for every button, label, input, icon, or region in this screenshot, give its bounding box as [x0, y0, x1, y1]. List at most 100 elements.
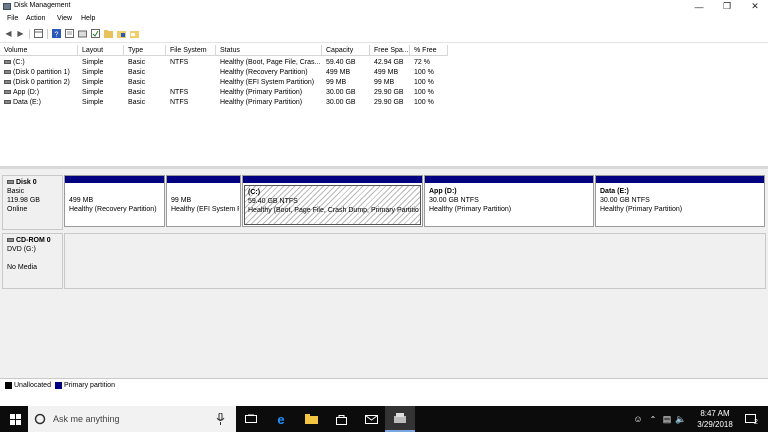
start-button[interactable] [0, 406, 30, 432]
free-space-cell: 99 MB [374, 79, 395, 86]
column-header-file-system[interactable]: File System [166, 45, 216, 56]
edge-browser-icon[interactable]: e [266, 406, 296, 432]
people-icon[interactable]: ☺ [628, 406, 648, 432]
disk-management-app-icon [3, 3, 11, 10]
percent-free-cell: 100 % [414, 89, 434, 96]
network-icon[interactable]: ▤ [660, 406, 674, 432]
volume-cell: (Disk 0 partition 2) [4, 78, 70, 88]
table-row[interactable]: App (D:) Simple Basic NTFS Healthy (Prim… [0, 88, 440, 98]
window-title: Disk Management [14, 2, 71, 9]
capacity-cell: 30.00 GB [326, 99, 356, 106]
cdrom-type: DVD (G:) [7, 246, 36, 253]
forward-arrow-icon[interactable]: ▶ [16, 29, 25, 38]
properties-icon[interactable] [65, 29, 74, 38]
column-header-percent-free[interactable]: % Free [410, 45, 448, 56]
primary-partition-swatch [55, 382, 62, 389]
action-center-button[interactable]: 2 [738, 406, 764, 432]
drive-icon [4, 90, 11, 95]
file-explorer-icon[interactable] [296, 406, 326, 432]
drive-icon [4, 80, 11, 85]
settings-icon[interactable] [78, 29, 87, 38]
free-space-cell: 42.94 GB [374, 59, 404, 66]
percent-free-cell: 72 % [414, 59, 430, 66]
column-header-layout[interactable]: Layout [78, 45, 124, 56]
legend-primary-partition: Primary partition [64, 382, 115, 389]
clock-time: 8:47 AM [700, 409, 730, 418]
table-row[interactable]: (Disk 0 partition 2) Simple Basic Health… [0, 78, 440, 88]
maximize-button[interactable]: ❐ [713, 0, 741, 13]
console-tree-icon[interactable] [34, 29, 43, 38]
menu-file[interactable]: File [7, 15, 18, 22]
legend-unallocated: Unallocated [14, 382, 51, 389]
mail-icon[interactable] [356, 406, 386, 432]
checklist-icon[interactable] [91, 29, 100, 38]
type-cell: Basic [128, 69, 146, 76]
volume-icon[interactable]: 🔈 [674, 406, 688, 432]
column-header-volume[interactable]: Volume [0, 45, 78, 56]
cdrom-0-label[interactable]: CD-ROM 0 DVD (G:) No Media [2, 233, 63, 289]
folder-view-icon[interactable] [130, 29, 139, 38]
partition-recovery[interactable]: 499 MB Healthy (Recovery Partition) [64, 175, 165, 227]
type-cell: Basic [128, 89, 146, 96]
show-hidden-icons-chevron-icon[interactable]: ⌃ [646, 406, 660, 432]
minimize-button[interactable]: — [685, 0, 713, 13]
column-header-free-space[interactable]: Free Spa... [370, 45, 410, 56]
cdrom-icon [7, 238, 14, 243]
partition-title: (C:) [248, 189, 261, 196]
status-cell: Healthy (Recovery Partition) [220, 69, 308, 76]
back-arrow-icon[interactable]: ◀ [4, 29, 13, 38]
table-row[interactable]: (Disk 0 partition 1) Simple Basic Health… [0, 68, 440, 78]
type-cell: Basic [128, 99, 146, 106]
partition-c[interactable]: (C:) 59.40 GB NTFS Healthy (Boot, Page F… [242, 175, 423, 227]
column-header-type[interactable]: Type [124, 45, 166, 56]
menu-view[interactable]: View [57, 15, 72, 22]
help-icon[interactable]: ? [52, 29, 61, 38]
menu-action[interactable]: Action [26, 15, 45, 22]
menu-help[interactable]: Help [81, 15, 95, 22]
disk-0-label[interactable]: Disk 0 Basic 119.98 GB Online [2, 175, 63, 230]
capacity-cell: 499 MB [326, 69, 351, 76]
folder-icon[interactable] [117, 29, 126, 38]
cortana-search-box[interactable]: Ask me anything [28, 406, 236, 432]
new-folder-icon[interactable] [104, 29, 113, 38]
percent-free-cell: 100 % [414, 69, 434, 76]
partition-status: Healthy (Boot, Page File, Crash Dump, Pr… [248, 207, 419, 214]
svg-text:?: ? [55, 32, 59, 39]
clock-date: 3/29/2018 [697, 420, 733, 429]
notification-count: 2 [754, 419, 758, 426]
partition-status: Healthy (Primary Partition) [600, 206, 683, 213]
microphone-icon[interactable] [216, 413, 225, 425]
table-row[interactable]: Data (E:) Simple Basic NTFS Healthy (Pri… [0, 98, 440, 108]
type-cell: Basic [128, 59, 146, 66]
free-space-cell: 499 MB [374, 69, 399, 76]
volume-list: Volume Layout Type File System Status Ca… [0, 45, 768, 165]
volume-cell: (C:) [4, 58, 25, 68]
partition-efi[interactable]: 99 MB Healthy (EFI System P [166, 175, 241, 227]
partition-data-e[interactable]: Data (E:) 30.00 GB NTFS Healthy (Primary… [595, 175, 765, 227]
close-button[interactable]: ✕ [741, 0, 768, 13]
cdrom-0-empty-area[interactable] [64, 233, 766, 289]
clock[interactable]: 8:47 AM 3/29/2018 [690, 408, 740, 430]
partition-title [171, 187, 239, 196]
toolbar: ◀ ▶ ? [0, 26, 768, 43]
disk-map: Disk 0 Basic 119.98 GB Online 499 MB Hea… [0, 169, 768, 378]
partition-status: Healthy (Recovery Partition) [69, 206, 157, 213]
store-icon[interactable] [326, 406, 356, 432]
partition-app-d[interactable]: App (D:) 30.00 GB NTFS Healthy (Primary … [424, 175, 594, 227]
partition-size: 99 MB [171, 197, 192, 204]
unallocated-swatch [5, 382, 12, 389]
percent-free-cell: 100 % [414, 99, 434, 106]
table-row[interactable]: (C:) Simple Basic NTFS Healthy (Boot, Pa… [0, 58, 440, 68]
layout-cell: Simple [82, 89, 104, 96]
capacity-cell: 99 MB [326, 79, 347, 86]
free-space-cell: 29.90 GB [374, 89, 404, 96]
column-header-status[interactable]: Status [216, 45, 322, 56]
cdrom-name: CD-ROM 0 [16, 237, 51, 244]
task-view-icon[interactable] [236, 406, 266, 432]
status-cell: Healthy (Primary Partition) [220, 99, 303, 106]
partition-status: Healthy (Primary Partition) [429, 206, 512, 213]
menu-bar: File Action View Help [0, 13, 768, 25]
disk-management-taskbar-button[interactable] [385, 406, 415, 432]
column-header-capacity[interactable]: Capacity [322, 45, 370, 56]
cortana-icon [34, 413, 46, 425]
